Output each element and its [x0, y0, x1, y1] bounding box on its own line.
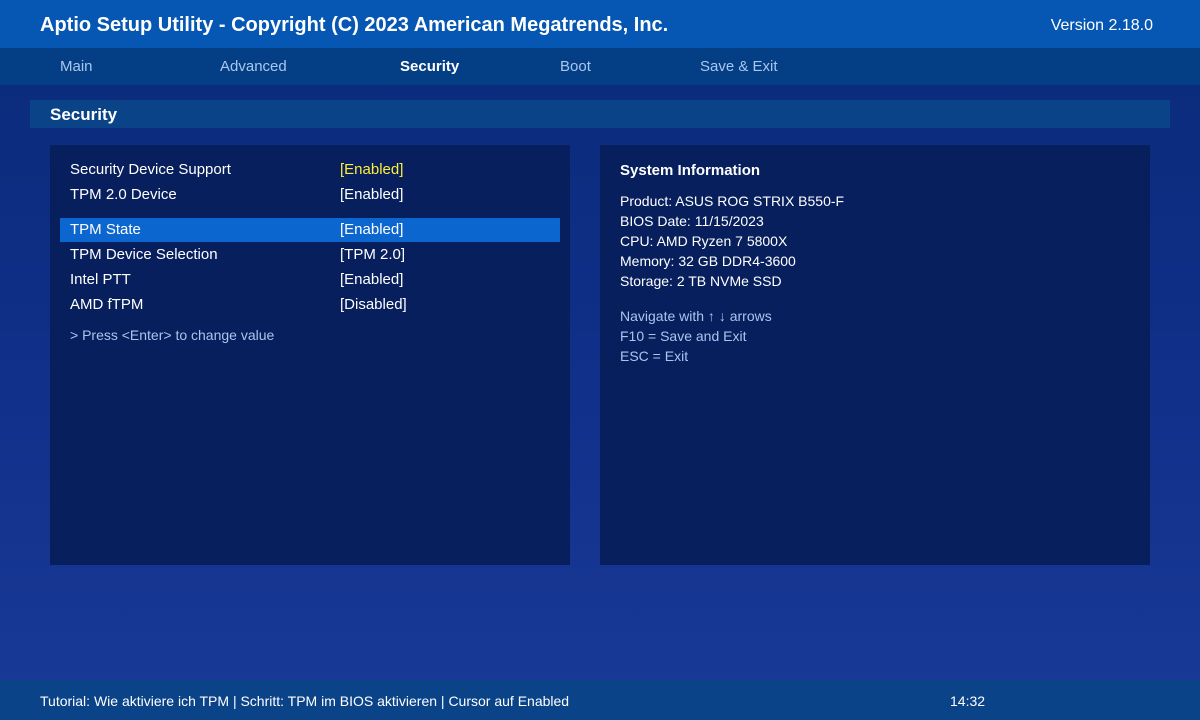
- info-product: Product: ASUS ROG STRIX B550-F: [620, 193, 845, 209]
- setting-value[interactable]: [Disabled]: [340, 296, 407, 313]
- info-memory: Memory: 32 GB DDR4-3600: [620, 253, 796, 269]
- setting-value[interactable]: [Enabled]: [340, 271, 403, 288]
- settings-panel: Security Device Support [Enabled] TPM 2.…: [50, 145, 570, 565]
- clock: 14:32: [950, 693, 986, 709]
- status-text: Tutorial: Wie aktiviere ich TPM | Schrit…: [40, 693, 570, 709]
- info-storage: Storage: 2 TB NVMe SSD: [620, 273, 782, 289]
- setting-tpm-20-device[interactable]: TPM 2.0 Device [Enabled]: [60, 183, 560, 207]
- tab-main[interactable]: Main: [60, 58, 93, 75]
- help-navigate: Navigate with ↑ ↓ arrows: [620, 308, 772, 324]
- app-title: Aptio Setup Utility - Copyright (C) 2023…: [40, 14, 669, 36]
- setting-value[interactable]: [Enabled]: [340, 221, 403, 238]
- setting-value[interactable]: [Enabled]: [340, 161, 403, 178]
- tab-security[interactable]: Security: [400, 58, 459, 75]
- tab-save-exit[interactable]: Save & Exit: [700, 58, 778, 75]
- setting-label: Intel PTT: [70, 271, 131, 288]
- change-value-hint: > Press <Enter> to change value: [70, 327, 275, 343]
- help-exit: ESC = Exit: [620, 348, 689, 364]
- info-bios-date: BIOS Date: 11/15/2023: [620, 213, 764, 229]
- setting-value[interactable]: [TPM 2.0]: [340, 246, 405, 263]
- section-header: Security: [30, 100, 1170, 128]
- tab-advanced[interactable]: Advanced: [220, 58, 287, 75]
- setting-label: AMD fTPM: [70, 296, 144, 313]
- section-title: Security: [50, 105, 118, 124]
- system-info-title: System Information: [620, 162, 761, 179]
- setting-tpm-device-selection[interactable]: TPM Device Selection [TPM 2.0]: [60, 243, 560, 267]
- system-info-panel: System Information Product: ASUS ROG STR…: [600, 145, 1150, 565]
- setting-security-device-support[interactable]: Security Device Support [Enabled]: [60, 158, 560, 182]
- tab-boot[interactable]: Boot: [560, 58, 591, 75]
- setting-label: TPM State: [70, 221, 141, 238]
- setting-amd-ftpm[interactable]: AMD fTPM [Disabled]: [60, 293, 560, 317]
- info-cpu: CPU: AMD Ryzen 7 5800X: [620, 233, 788, 249]
- menu-bar: Main Advanced Security Boot Save & Exit: [0, 48, 1200, 85]
- setting-label: TPM Device Selection: [70, 246, 218, 263]
- setting-label: Security Device Support: [70, 161, 231, 178]
- version-label: Version 2.18.0: [1050, 17, 1153, 34]
- setting-intel-ptt[interactable]: Intel PTT [Enabled]: [60, 268, 560, 292]
- title-bar: Aptio Setup Utility - Copyright (C) 2023…: [0, 0, 1200, 48]
- setting-value[interactable]: [Enabled]: [340, 186, 403, 203]
- help-save-exit: F10 = Save and Exit: [620, 328, 747, 344]
- setting-label: TPM 2.0 Device: [70, 186, 177, 203]
- setting-tpm-state[interactable]: TPM State [Enabled]: [60, 218, 560, 242]
- status-bar: Tutorial: Wie aktiviere ich TPM | Schrit…: [0, 680, 1200, 720]
